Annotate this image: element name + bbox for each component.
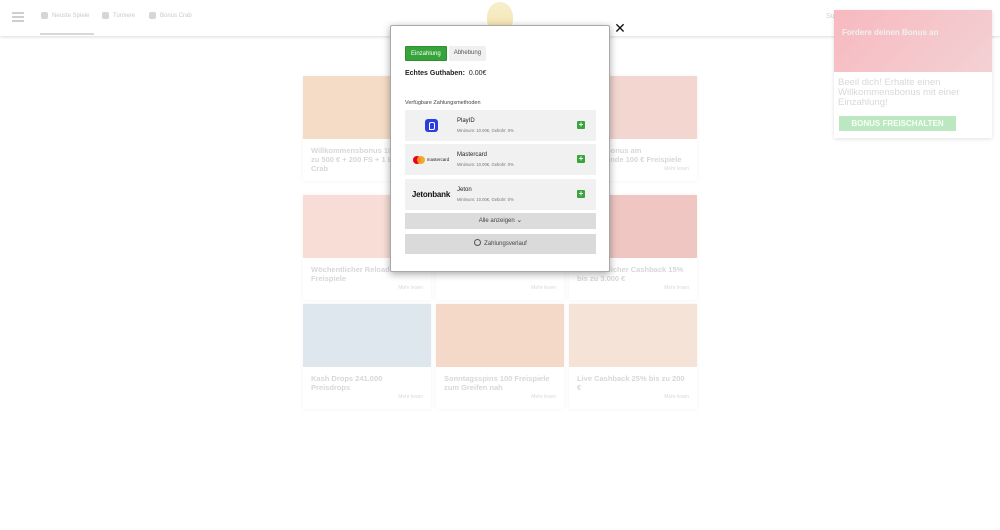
nav-item-label: Neuste Spiele: [52, 12, 90, 19]
promo-card[interactable]: Live Cashback 25% bis zu 200 € Mehr lesen: [569, 304, 697, 409]
unlock-bonus-button[interactable]: BONUS FREISCHALTEN: [839, 116, 956, 131]
read-more-link[interactable]: Mehr lesen: [531, 394, 556, 400]
payment-history-label: Zahlungsverlauf: [484, 241, 527, 247]
tab-withdrawal[interactable]: Abhebung: [448, 46, 487, 61]
read-more-link[interactable]: Mehr lesen: [664, 166, 689, 172]
payment-history-button[interactable]: Zahlungsverlauf: [405, 234, 596, 254]
payment-tabs: Einzahlung Abhebung: [405, 46, 487, 61]
balance-value: 0.00€: [468, 70, 487, 77]
bonus-banner-image: Fordere deinen Bonus an ×: [834, 10, 992, 72]
playid-icon: [424, 119, 438, 132]
hamburger-menu-icon[interactable]: [12, 12, 24, 22]
jetonbank-icon: Jetonbank: [411, 190, 451, 199]
jetonbank-logo: Jetonbank: [409, 183, 453, 206]
payment-method-name: Jeton: [457, 187, 472, 193]
read-more-link[interactable]: Mehr lesen: [531, 285, 556, 291]
promo-image: [569, 304, 697, 367]
plus-icon[interactable]: +: [577, 190, 585, 198]
tab-deposit[interactable]: Einzahlung: [405, 46, 447, 61]
mastercard-wordmark: mastercard: [426, 157, 450, 162]
payment-method-limits: Minimum: 10.00€, Gebühr: 0%: [457, 162, 514, 167]
nav-item-newest-games[interactable]: Neuste Spiele: [41, 12, 89, 19]
payment-methods-heading: Verfügbare Zahlungsmethoden: [405, 100, 481, 106]
balance-label: Echtes Guthaben:: [405, 70, 465, 77]
show-all-button[interactable]: Alle anzeigen ⌄: [405, 213, 596, 229]
read-more-link[interactable]: Mehr lesen: [398, 285, 423, 291]
promo-title: Kash Drops 241.000 Preisdrops: [311, 374, 383, 392]
close-icon[interactable]: ✕: [613, 21, 627, 35]
promo-title: Live Cashback 25% bis zu 200 €: [577, 374, 685, 392]
nav-item-bonus-crab[interactable]: Bonus Crab: [149, 12, 192, 19]
bonus-banner-text: Fordere deinen Bonus an: [842, 28, 939, 37]
nav-item-label: Turniere: [113, 12, 136, 19]
payment-modal: Einzahlung Abhebung Echtes Guthaben: 0.00…: [390, 25, 610, 272]
read-more-link[interactable]: Mehr lesen: [398, 394, 423, 400]
games-icon: [41, 12, 48, 19]
payment-method-playid[interactable]: PlayID Minimum: 10.00€, Gebühr: 0% +: [405, 110, 596, 141]
nav-item-tournaments[interactable]: Turniere: [102, 12, 135, 19]
promo-title: Sonntagsspins 100 Freispiele zum Greifen…: [444, 374, 550, 392]
promo-card[interactable]: Kash Drops 241.000 Preisdrops Mehr lesen: [303, 304, 431, 409]
plus-icon[interactable]: +: [577, 155, 585, 163]
bonus-widget: Fordere deinen Bonus an × Beeil dich! Er…: [834, 10, 992, 138]
nav-item-label: Bonus Crab: [160, 12, 192, 19]
history-icon: [474, 239, 482, 246]
plus-icon[interactable]: +: [577, 121, 585, 129]
payment-method-name: Mastercard: [457, 152, 488, 158]
promo-image: [436, 304, 564, 367]
bonus-description: Beeil dich! Erhalte einen Willkommensbon…: [838, 77, 960, 108]
payment-method-jeton[interactable]: Jetonbank Jeton Minimum: 10.00€, Gebühr:…: [405, 179, 596, 210]
show-all-label: Alle anzeigen: [478, 218, 515, 224]
payment-method-limits: Minimum: 10.00€, Gebühr: 0%: [457, 197, 514, 202]
payment-method-limits: Minimum: 10.00€, Gebühr: 0%: [457, 128, 514, 133]
trophy-icon: [102, 12, 109, 19]
read-more-link[interactable]: Mehr lesen: [664, 394, 689, 400]
chevron-down-icon: ⌄: [516, 217, 523, 224]
crab-icon: [149, 12, 156, 19]
payment-method-name: PlayID: [457, 118, 475, 124]
close-icon[interactable]: ×: [985, 10, 989, 17]
promo-image: [303, 304, 431, 367]
mastercard-icon: [412, 155, 425, 164]
active-nav-underline: [40, 33, 94, 35]
payment-method-mastercard[interactable]: mastercard Mastercard Minimum: 10.00€, G…: [405, 144, 596, 175]
playid-logo: [409, 114, 453, 137]
promo-card[interactable]: Sonntagsspins 100 Freispiele zum Greifen…: [436, 304, 564, 409]
balance-display: Echtes Guthaben: 0.00€: [405, 70, 486, 77]
read-more-link[interactable]: Mehr lesen: [664, 285, 689, 291]
mastercard-logo: mastercard: [409, 148, 453, 171]
